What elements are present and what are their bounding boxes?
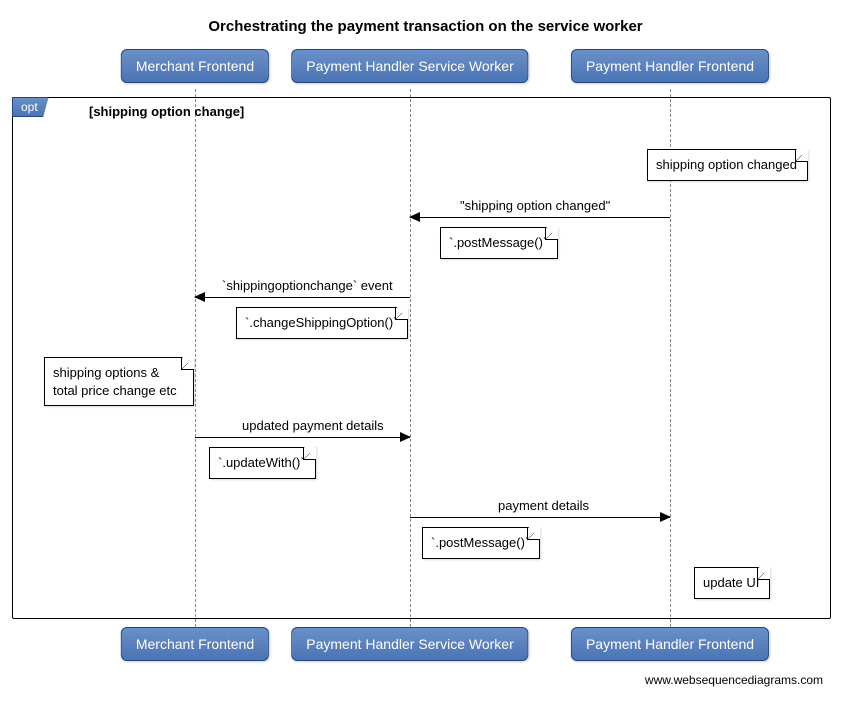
arrow-m3: [195, 437, 410, 438]
participants-top: Merchant Frontend Payment Handler Servic…: [10, 49, 841, 89]
participant-worker-top: Payment Handler Service Worker: [291, 49, 528, 83]
label-m3: updated payment details: [242, 418, 384, 435]
opt-guard: [shipping option change]: [89, 104, 244, 119]
sequence-stage: opt [shipping option change] shipping op…: [10, 89, 841, 627]
participant-frontend-top: Payment Handler Frontend: [571, 49, 769, 83]
participant-frontend-bottom: Payment Handler Frontend: [571, 627, 769, 661]
arrow-m4: [410, 517, 670, 518]
arrow-m2: [195, 297, 410, 298]
note-options-total: shipping options & total price change et…: [44, 357, 194, 406]
participant-merchant-bottom: Merchant Frontend: [121, 627, 269, 661]
note-post-message-1: `.postMessage()`: [440, 227, 558, 259]
label-m2: `shippingoptionchange` event: [222, 278, 393, 295]
participant-worker-bottom: Payment Handler Service Worker: [291, 627, 528, 661]
note-update-with: `.updateWith()`: [209, 447, 316, 479]
arrow-m1: [410, 217, 670, 218]
credit-text: www.websequencediagrams.com: [10, 667, 841, 687]
note-change-shipping-option: `.changeShippingOption()`: [236, 307, 408, 339]
note-post-message-2: `.postMessage()`: [422, 527, 540, 559]
participants-bottom: Merchant Frontend Payment Handler Servic…: [10, 627, 841, 667]
opt-tag: opt: [12, 97, 49, 117]
note-shipping-changed: shipping option changed: [647, 149, 808, 181]
participant-merchant-top: Merchant Frontend: [121, 49, 269, 83]
label-m1: "shipping option changed": [460, 198, 610, 215]
note-update-ui: update UI: [694, 567, 770, 599]
diagram-title: Orchestrating the payment transaction on…: [10, 10, 841, 49]
label-m4: payment details: [498, 498, 589, 515]
